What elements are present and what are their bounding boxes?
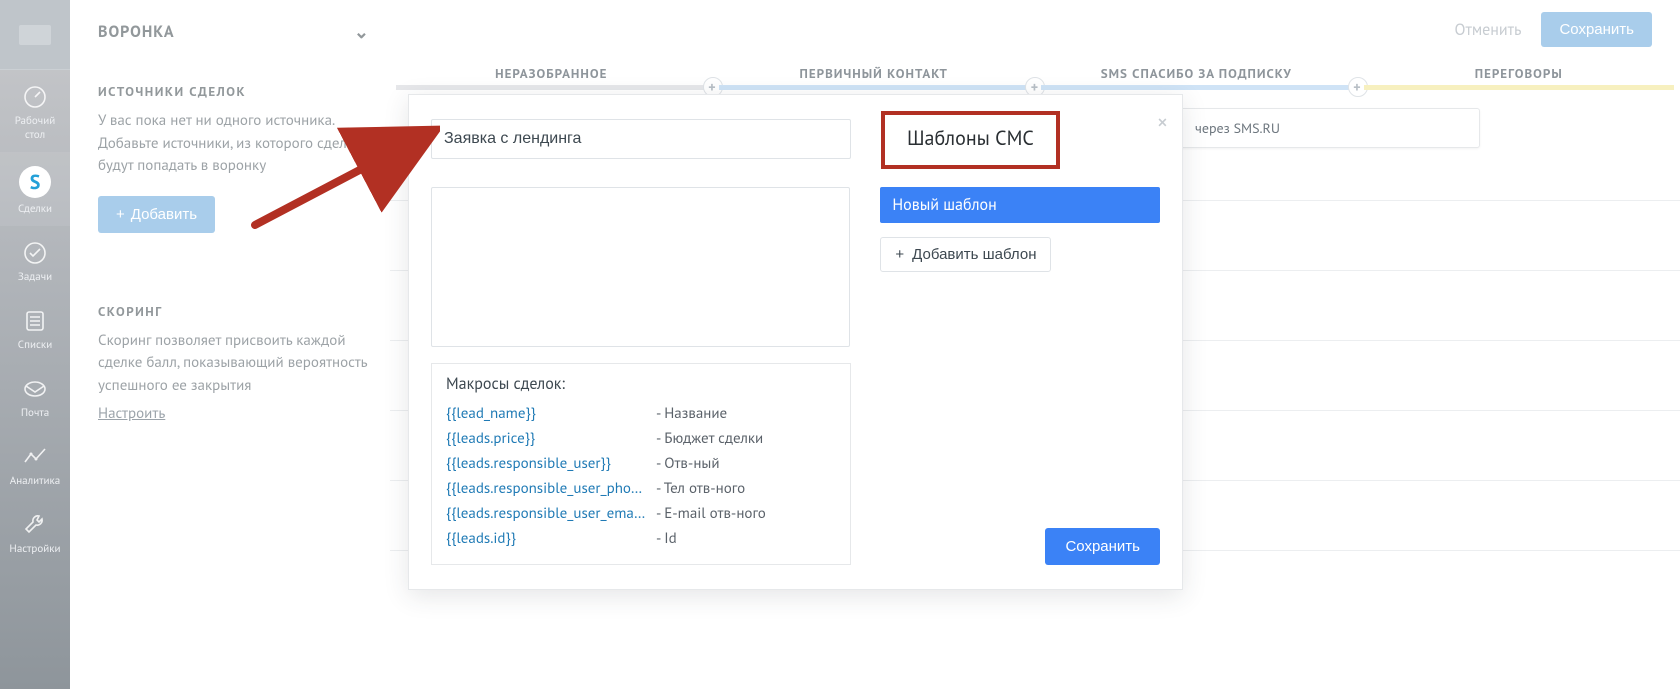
modal-save-button[interactable]: Сохранить (1045, 528, 1160, 565)
scoring-title: СКОРИНГ (98, 303, 370, 320)
chevron-down-icon: ⌄ (354, 20, 370, 43)
nav-label: Сделки (0, 202, 70, 216)
macros-panel: Макросы сделок: {{lead_name}}- Название{… (431, 363, 851, 565)
plus-icon: + (116, 206, 125, 223)
macro-desc: - Тел отв-ного (656, 479, 745, 498)
stage-label: ПЕРЕГОВОРЫ (1475, 65, 1563, 82)
nav-label: Настройки (0, 542, 70, 556)
macro-key[interactable]: {{leads.id}} (446, 529, 656, 548)
wrench-icon (22, 512, 48, 538)
add-template-label: Добавить шаблон (912, 246, 1036, 263)
check-circle-icon (22, 240, 48, 266)
templates-header: Шаблоны СМС (897, 119, 1044, 157)
stage-label: НЕРАЗОБРАННОЕ (495, 65, 607, 82)
nav-label: Рабочийстол (0, 114, 70, 142)
stage-unsorted[interactable]: НЕРАЗОБРАННОЕ + (390, 65, 713, 90)
nav-label: Задачи (0, 270, 70, 284)
nav-label: Списки (0, 338, 70, 352)
macro-row: {{leads.responsible_user_pho…- Тел отв-н… (446, 479, 836, 498)
chart-line-icon (22, 444, 48, 470)
macro-key[interactable]: {{leads.price}} (446, 429, 656, 448)
stage-first-contact[interactable]: ПЕРВИЧНЫЙ КОНТАКТ + (713, 65, 1036, 90)
macro-key[interactable]: {{leads.responsible_user_pho… (446, 479, 656, 498)
macro-key[interactable]: {{leads.responsible_user}} (446, 454, 656, 473)
macro-desc: - Id (656, 529, 677, 548)
macro-desc: - Отв-ный (656, 454, 720, 473)
stage-sms-thanks[interactable]: SMS СПАСИБО ЗА ПОДПИСКУ + (1035, 65, 1358, 90)
macros-title: Макросы сделок: (446, 374, 836, 394)
sources-text: У вас пока нет ни одного источника. Доба… (98, 110, 368, 178)
stage-negotiations[interactable]: ПЕРЕГОВОРЫ (1358, 65, 1680, 90)
macro-row: {{leads.price}}- Бюджет сделки (446, 429, 836, 448)
workspace-thumb (0, 0, 70, 70)
stage-label: ПЕРВИЧНЫЙ КОНТАКТ (800, 65, 948, 82)
sms-template-modal: × Шаблоны СМС Новый шаблон + Добавить ша… (408, 94, 1183, 590)
funnel-header[interactable]: ВОРОНКА ⌄ (98, 20, 370, 43)
template-body-textarea[interactable] (431, 187, 850, 347)
add-source-button[interactable]: + Добавить (98, 196, 215, 233)
add-template-button[interactable]: + Добавить шаблон (880, 237, 1051, 272)
nav-mail[interactable]: Почта (0, 362, 70, 430)
sources-title: ИСТОЧНИКИ СДЕЛОК (98, 83, 370, 100)
template-name-input[interactable] (431, 119, 851, 159)
macro-key[interactable]: {{lead_name}} (446, 404, 656, 423)
nav-label: Почта (0, 406, 70, 420)
automation-via: через SMS.RU (1195, 119, 1280, 137)
macro-row: {{leads.id}}- Id (446, 529, 836, 548)
cancel-button[interactable]: Отменить (1455, 20, 1522, 40)
save-top-button[interactable]: Сохранить (1541, 12, 1652, 47)
nav-settings[interactable]: Настройки (0, 498, 70, 566)
topbar: Отменить Сохранить (390, 0, 1680, 60)
scoring-configure-link[interactable]: Настроить (98, 404, 165, 423)
automation-card[interactable]: через SMS.RU (1180, 108, 1480, 148)
templates-header-callout: Шаблоны СМС (881, 111, 1060, 169)
funnel-panel: ВОРОНКА ⌄ ИСТОЧНИКИ СДЕЛОК У вас пока не… (70, 0, 390, 689)
funnel-title: ВОРОНКА (98, 22, 175, 42)
pipeline-body: через SMS.RU × Шаблоны СМС Новый шаблон (390, 90, 1680, 689)
nav-desktop[interactable]: Рабочийстол (0, 70, 70, 152)
deals-icon: S (19, 166, 51, 198)
nav-deals[interactable]: S Сделки (0, 152, 70, 226)
scoring-text: Скоринг позволяет присвоить каждой сделк… (98, 330, 368, 398)
gauge-icon (22, 84, 48, 110)
nav-tasks[interactable]: Задачи (0, 226, 70, 294)
add-source-label: Добавить (131, 206, 197, 223)
close-icon[interactable]: × (1157, 109, 1168, 137)
macro-desc: - E-mail отв-ного (656, 504, 766, 523)
template-item-selected[interactable]: Новый шаблон (880, 187, 1160, 223)
mail-icon (22, 376, 48, 402)
macro-desc: - Бюджет сделки (656, 429, 763, 448)
list-icon (22, 308, 48, 334)
stage-label: SMS СПАСИБО ЗА ПОДПИСКУ (1101, 65, 1292, 82)
nav-lists[interactable]: Списки (0, 294, 70, 362)
nav-label: Аналитика (0, 474, 70, 488)
macro-row: {{lead_name}}- Название (446, 404, 836, 423)
macro-key[interactable]: {{leads.responsible_user_ema… (446, 504, 656, 523)
plus-icon: + (895, 246, 904, 263)
macro-row: {{leads.responsible_user_ema…- E-mail от… (446, 504, 836, 523)
macro-desc: - Название (656, 404, 727, 423)
templates-list: Новый шаблон + Добавить шаблон (880, 187, 1160, 347)
pipeline-stages: НЕРАЗОБРАННОЕ + ПЕРВИЧНЫЙ КОНТАКТ + SMS … (390, 60, 1680, 90)
nav-analytics[interactable]: Аналитика (0, 430, 70, 498)
main-area: Отменить Сохранить НЕРАЗОБРАННОЕ + ПЕРВИ… (390, 0, 1680, 689)
left-nav: Рабочийстол S Сделки Задачи Списки Почта… (0, 0, 70, 689)
workspace-icon (15, 15, 55, 55)
macro-row: {{leads.responsible_user}}- Отв-ный (446, 454, 836, 473)
